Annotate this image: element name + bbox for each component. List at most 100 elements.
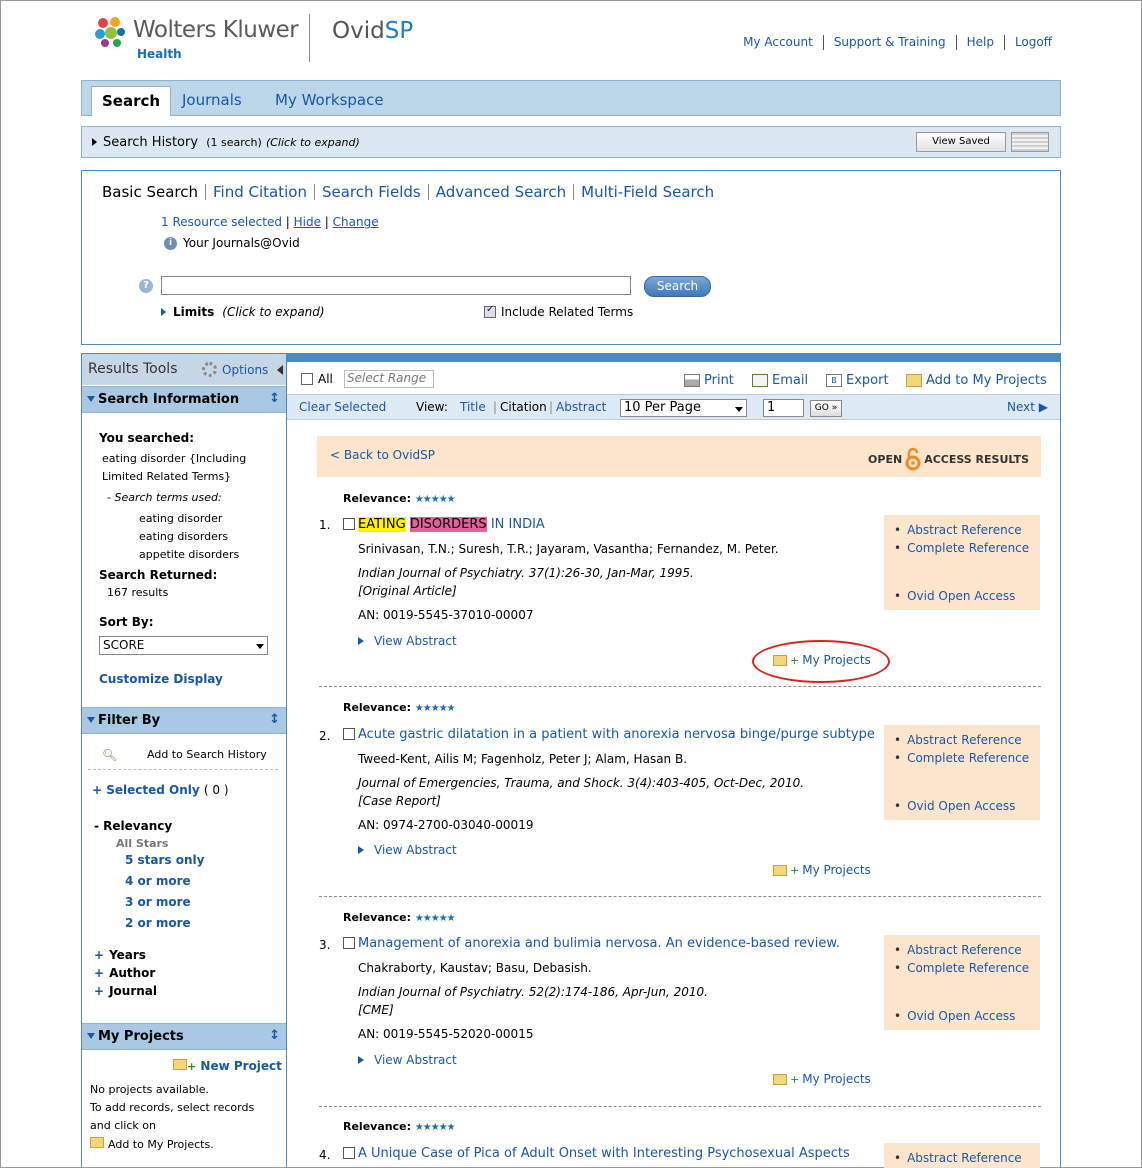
relevancy-filter[interactable]: - Relevancy bbox=[94, 819, 172, 833]
result-title-link[interactable]: EATING DISORDERS IN INDIA bbox=[358, 517, 545, 532]
my-projects-link[interactable]: + My Projects bbox=[773, 863, 871, 877]
five-stars-filter[interactable]: 5 stars only bbox=[125, 853, 204, 867]
three-or-more-filter[interactable]: 3 or more bbox=[125, 895, 191, 909]
tab-basic-search[interactable]: Basic Search bbox=[102, 184, 207, 200]
term-item: eating disorders bbox=[139, 530, 229, 543]
my-projects-header[interactable]: My Projects ↕ bbox=[82, 1023, 286, 1050]
print-button[interactable]: Print bbox=[684, 373, 734, 388]
complete-reference-link[interactable]: Complete Reference bbox=[894, 961, 1029, 975]
results-tools-panel: Results Tools Options Search Information… bbox=[81, 353, 287, 1168]
tab-advanced-search[interactable]: Advanced Search bbox=[429, 184, 575, 200]
resources-selected-link[interactable]: 1 Resource selected bbox=[161, 215, 282, 229]
tab-search-fields[interactable]: Search Fields bbox=[315, 184, 429, 200]
select-all-checkbox[interactable] bbox=[301, 373, 313, 385]
abstract-reference-link[interactable]: Abstract Reference bbox=[894, 523, 1022, 537]
add-to-search-history-link[interactable]: Add to Search History bbox=[147, 748, 267, 761]
logoff-link[interactable]: Logoff bbox=[1005, 35, 1052, 50]
collapse-panel-icon[interactable] bbox=[277, 365, 283, 375]
page-number-input[interactable]: 1 bbox=[763, 399, 804, 417]
grid-view-icon[interactable] bbox=[1011, 132, 1049, 152]
query-text-2: Limited Related Terms} bbox=[102, 470, 232, 483]
email-button[interactable]: Email bbox=[752, 373, 808, 388]
abstract-reference-link[interactable]: Abstract Reference bbox=[894, 943, 1022, 957]
tab-my-workspace[interactable]: My Workspace bbox=[265, 86, 394, 116]
select-range-input[interactable]: Select Range bbox=[344, 370, 434, 388]
abstract-reference-link[interactable]: Abstract Reference bbox=[894, 733, 1022, 747]
ovid-open-access-link[interactable]: Ovid Open Access bbox=[894, 799, 1015, 813]
journal-filter[interactable]: + Journal bbox=[94, 984, 157, 998]
all-stars-filter[interactable]: All Stars bbox=[116, 837, 168, 850]
resize-icon[interactable]: ↕ bbox=[269, 712, 280, 727]
complete-reference-link[interactable]: Complete Reference bbox=[894, 541, 1029, 555]
two-or-more-filter[interactable]: 2 or more bbox=[125, 916, 191, 930]
author-filter[interactable]: + Author bbox=[94, 966, 155, 980]
search-history-bar[interactable]: Search History (1 search) (Click to expa… bbox=[81, 126, 1061, 158]
complete-reference-link[interactable]: Complete Reference bbox=[894, 751, 1029, 765]
tab-search[interactable]: Search bbox=[91, 86, 172, 116]
my-account-link[interactable]: My Account bbox=[733, 35, 824, 50]
customize-display-link[interactable]: Customize Display bbox=[99, 672, 223, 686]
result-checkbox[interactable] bbox=[343, 728, 355, 740]
go-button[interactable]: GO » bbox=[810, 400, 842, 417]
tab-find-citation[interactable]: Find Citation bbox=[206, 184, 315, 200]
years-filter[interactable]: + Years bbox=[94, 948, 146, 962]
search-input[interactable] bbox=[161, 276, 631, 295]
view-abstract-link[interactable]: View Abstract bbox=[358, 634, 457, 648]
resize-icon[interactable]: ↕ bbox=[269, 1028, 280, 1043]
ovid-open-access-link[interactable]: Ovid Open Access bbox=[894, 589, 1015, 603]
view-saved-button[interactable]: View Saved bbox=[916, 132, 1006, 152]
search-history-label[interactable]: Search History (1 search) (Click to expa… bbox=[92, 135, 360, 150]
clear-selected-link[interactable]: Clear Selected bbox=[299, 400, 386, 414]
add-to-my-projects-button[interactable]: Add to My Projects bbox=[906, 373, 1047, 388]
view-abstract-link[interactable]: View Abstract bbox=[358, 1053, 457, 1067]
change-link[interactable]: Change bbox=[333, 215, 379, 229]
panel-top-border bbox=[287, 354, 1061, 362]
sort-select[interactable]: SCORE bbox=[99, 636, 268, 655]
search-button[interactable]: Search bbox=[644, 276, 711, 297]
result-title-link[interactable]: Acute gastric dilatation in a patient wi… bbox=[358, 727, 875, 742]
search-information-header[interactable]: Search Information ↕ bbox=[82, 386, 286, 413]
result-checkbox[interactable] bbox=[343, 1147, 355, 1159]
result-checkbox[interactable] bbox=[343, 518, 355, 530]
abstract-reference-link[interactable]: Abstract Reference bbox=[894, 1151, 1022, 1165]
tab-journals[interactable]: Journals bbox=[172, 86, 252, 116]
hide-link[interactable]: Hide bbox=[294, 215, 321, 229]
resource-line: 1 Resource selected | Hide | Change bbox=[161, 215, 379, 229]
new-project-link[interactable]: + New Project bbox=[173, 1059, 282, 1073]
filter-by-header[interactable]: Filter By ↕ bbox=[82, 707, 286, 734]
result-accession: AN: 0019-5545-37010-00007 bbox=[358, 608, 534, 622]
result-title-link[interactable]: Management of anorexia and bulimia nervo… bbox=[358, 936, 840, 951]
resize-icon[interactable]: ↕ bbox=[269, 391, 280, 406]
tab-multi-field-search[interactable]: Multi-Field Search bbox=[574, 184, 721, 200]
ovid-open-access-link[interactable]: Ovid Open Access bbox=[894, 1009, 1015, 1023]
selected-only-filter[interactable]: + Selected Only ( 0 ) bbox=[92, 783, 229, 797]
folder-icon bbox=[173, 1059, 187, 1070]
view-title-link[interactable]: Title bbox=[460, 400, 486, 414]
back-to-ovidsp-link[interactable]: < Back to OvidSP bbox=[330, 448, 435, 462]
include-related-terms[interactable]: Include Related Terms bbox=[484, 304, 633, 319]
my-projects-link[interactable]: + My Projects bbox=[773, 1072, 871, 1086]
gear-icon[interactable] bbox=[202, 362, 217, 377]
help-link[interactable]: Help bbox=[957, 35, 1005, 50]
no-projects-text: To add records, select records bbox=[90, 1101, 255, 1114]
view-citation-link[interactable]: Citation bbox=[500, 400, 547, 414]
include-related-checkbox[interactable] bbox=[484, 304, 496, 318]
help-icon[interactable]: ? bbox=[139, 279, 153, 293]
info-icon[interactable]: i bbox=[164, 236, 177, 250]
options-link[interactable]: Options bbox=[222, 363, 268, 377]
result-title-link[interactable]: A Unique Case of Pica of Adult Onset wit… bbox=[358, 1146, 850, 1161]
next-page-link[interactable]: Next ▶ bbox=[1007, 400, 1048, 414]
per-page-select[interactable]: 10 Per Page bbox=[620, 399, 747, 417]
no-projects-text: No projects available. bbox=[90, 1083, 210, 1096]
result-checkbox[interactable] bbox=[343, 937, 355, 949]
result-type: [Original Article] bbox=[358, 584, 457, 598]
expand-arrow-icon bbox=[358, 637, 364, 645]
highlight-oval-annotation bbox=[752, 640, 890, 683]
four-or-more-filter[interactable]: 4 or more bbox=[125, 874, 191, 888]
expand-arrow-icon bbox=[92, 138, 97, 146]
export-button[interactable]: B Export bbox=[826, 373, 889, 388]
support-training-link[interactable]: Support & Training bbox=[824, 35, 957, 50]
view-abstract-link[interactable]: View Abstract bbox=[358, 843, 457, 857]
view-abstract-link[interactable]: Abstract bbox=[556, 400, 606, 414]
limits-toggle[interactable]: Limits (Click to expand) bbox=[161, 305, 325, 319]
